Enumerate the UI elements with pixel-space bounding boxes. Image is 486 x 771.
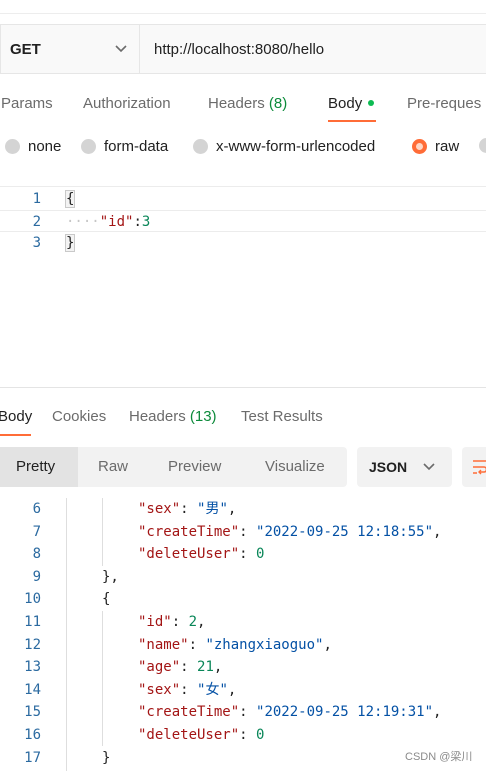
view-preview-button[interactable]: Preview	[168, 447, 221, 487]
response-body-viewer[interactable]: 6 "sex": "男", 7 "createTime": "2022-09-2…	[0, 498, 486, 771]
code-line: 8 "deleteUser": 0	[32, 546, 265, 563]
request-tabs: Params Authorization Headers (8) Body Pr…	[0, 86, 486, 126]
code-line: 2 ····"id":3	[0, 210, 486, 232]
response-headers-count: (13)	[189, 408, 217, 425]
tab-cookies[interactable]: Cookies	[52, 408, 106, 425]
chevron-down-icon	[115, 45, 127, 53]
radio-binary[interactable]	[479, 138, 486, 153]
tab-response-body[interactable]: Body	[0, 408, 32, 425]
radio-circle-icon	[479, 138, 486, 153]
body-type-options: none form-data x-www-form-urlencoded raw	[0, 138, 486, 162]
radio-x-www-form-urlencoded[interactable]: x-www-form-urlencoded	[193, 138, 375, 155]
headers-count: (8)	[268, 95, 288, 112]
url-input[interactable]: http://localhost:8080/hello	[140, 25, 486, 73]
tab-body[interactable]: Body	[328, 95, 375, 112]
tab-headers[interactable]: Headers (8)	[208, 95, 287, 112]
radio-circle-icon	[81, 139, 96, 154]
tab-test-results[interactable]: Test Results	[241, 408, 323, 425]
code-line: 10 {	[24, 591, 111, 608]
code-line: 6 "sex": "男",	[32, 501, 237, 517]
radio-circle-icon	[5, 139, 20, 154]
code-line: 1 {	[32, 190, 76, 208]
active-tab-underline	[0, 434, 31, 436]
tab-response-headers[interactable]: Headers (13)	[129, 408, 217, 425]
format-select[interactable]: JSON	[357, 447, 452, 487]
method-select[interactable]: GET	[1, 25, 140, 73]
code-line: 9 },	[32, 568, 119, 585]
watermark: CSDN @梁川	[405, 751, 473, 763]
request-body-editor[interactable]: 1 { 2 ····"id":3 3 }	[0, 186, 486, 388]
response-view-bar: Pretty Raw Preview Visualize JSON	[0, 447, 486, 487]
code-line: 14 "sex": "女",	[24, 681, 237, 698]
radio-form-data[interactable]: form-data	[81, 138, 168, 155]
view-mode-segmented: Pretty Raw Preview Visualize	[0, 447, 347, 487]
code-line: 15 "createTime": "2022-09-25 12:19:31",	[24, 704, 442, 721]
method-label: GET	[10, 40, 41, 58]
code-line: 13 "age": 21,	[24, 659, 223, 676]
chevron-down-icon	[423, 463, 435, 471]
radio-none[interactable]: none	[5, 138, 61, 155]
radio-circle-icon	[193, 139, 208, 154]
code-line: 11 "id": 2,	[24, 614, 206, 630]
tab-authorization[interactable]: Authorization	[83, 95, 171, 112]
view-visualize-button[interactable]: Visualize	[265, 447, 325, 487]
active-tab-underline	[328, 120, 376, 122]
tab-params[interactable]: Params	[1, 95, 53, 112]
code-line: 7 "createTime": "2022-09-25 12:18:55",	[32, 523, 442, 540]
response-tabs: Body Cookies Headers (13) Test Results	[0, 400, 486, 438]
tab-pre-request[interactable]: Pre-reques	[407, 95, 481, 112]
top-strip	[0, 0, 486, 14]
code-line: 12 "name": "zhangxiaoguo",	[24, 636, 332, 653]
request-url-bar: GET http://localhost:8080/hello	[0, 24, 486, 74]
code-line: 16 "deleteUser": 0	[24, 727, 265, 743]
radio-selected-icon	[412, 139, 427, 154]
wrap-icon	[473, 460, 486, 475]
view-raw-button[interactable]: Raw	[98, 447, 128, 487]
view-pretty-button[interactable]: Pretty	[0, 447, 78, 487]
wrap-lines-button[interactable]	[462, 447, 486, 487]
body-indicator-dot	[368, 100, 375, 107]
radio-raw[interactable]: raw	[412, 138, 459, 155]
code-line: 3 }	[32, 234, 76, 252]
